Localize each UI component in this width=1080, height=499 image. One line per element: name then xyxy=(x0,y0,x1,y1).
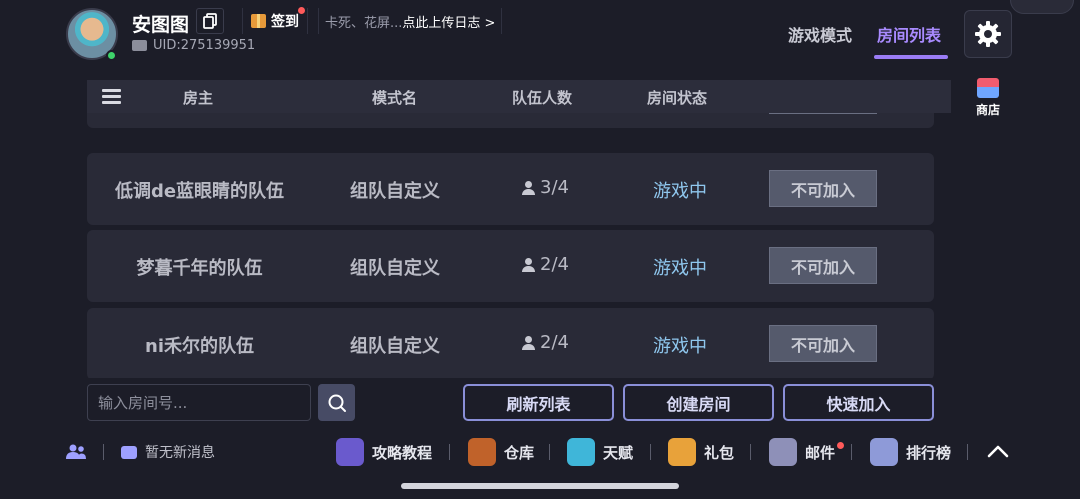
active-tab-indicator xyxy=(874,55,948,59)
nav-guide[interactable]: 攻略教程 xyxy=(336,434,432,470)
room-members: 2/4 xyxy=(522,254,569,275)
divider xyxy=(851,444,852,460)
table-row[interactable]: 低调de蓝眼睛的队伍 组队自定义 3/4 游戏中 不可加入 xyxy=(87,153,934,225)
mail-notification-dot xyxy=(837,441,845,449)
header-mode: 模式名 xyxy=(372,89,418,107)
room-owner: 低调de蓝眼睛的队伍 xyxy=(114,181,285,202)
gift-icon xyxy=(251,14,266,28)
nav-talent[interactable]: 天赋 xyxy=(567,434,633,470)
divider xyxy=(750,444,751,460)
room-status: 游戏中 xyxy=(653,181,707,202)
room-table-header: 房主 模式名 队伍人数 房间状态 xyxy=(87,80,951,113)
gear-icon xyxy=(975,21,1001,47)
mail-icon xyxy=(769,438,797,466)
checkin-button[interactable]: 签到 xyxy=(242,7,308,34)
divider xyxy=(549,444,550,460)
room-owner: ni禾尔的队伍 xyxy=(145,336,254,357)
nav-warehouse-label: 仓库 xyxy=(504,443,535,462)
search-button[interactable] xyxy=(318,384,355,421)
room-members: 2/4 xyxy=(522,332,569,353)
search-icon xyxy=(328,394,346,412)
friends-icon xyxy=(66,444,86,459)
tab-game-mode[interactable]: 游戏模式 xyxy=(788,22,852,46)
shop-icon xyxy=(977,78,999,98)
home-indicator[interactable] xyxy=(401,483,679,489)
chevron-up-icon xyxy=(987,445,1009,458)
join-button[interactable]: 不可加入 xyxy=(769,325,877,362)
room-mode: 组队自定义 xyxy=(350,336,440,357)
quick-join-button[interactable]: 快速加入 xyxy=(783,384,934,421)
uid-text: UID:275139951 xyxy=(153,38,256,53)
person-icon xyxy=(522,335,535,350)
warehouse-icon xyxy=(468,438,496,466)
join-button[interactable]: 不可加入 xyxy=(769,247,877,284)
nav-gift-pack-label: 礼包 xyxy=(704,443,735,462)
divider xyxy=(449,444,450,460)
checkin-label: 签到 xyxy=(271,14,299,30)
room-mode: 组队自定义 xyxy=(350,258,440,279)
room-number-input[interactable] xyxy=(87,384,311,421)
notification-dot xyxy=(298,7,305,14)
shop-label: 商店 xyxy=(975,103,1000,117)
header-owner: 房主 xyxy=(183,89,214,107)
online-status-dot xyxy=(106,50,117,61)
copy-icon xyxy=(203,13,217,29)
join-button[interactable] xyxy=(769,113,877,114)
nav-ranking-label: 排行榜 xyxy=(906,443,952,462)
create-room-button[interactable]: 创建房间 xyxy=(623,384,774,421)
message-area[interactable]: 暂无新消息 xyxy=(121,434,215,470)
nav-mail-label: 邮件 xyxy=(805,443,836,462)
id-card-icon xyxy=(132,40,147,51)
gift-pack-icon xyxy=(668,438,696,466)
friends-button[interactable] xyxy=(66,434,86,470)
guide-book-icon xyxy=(336,438,364,466)
ranking-icon xyxy=(870,438,898,466)
menu-icon[interactable] xyxy=(102,89,121,104)
room-status: 游戏中 xyxy=(653,258,707,279)
person-icon xyxy=(522,257,535,272)
divider xyxy=(967,444,968,460)
settings-button[interactable] xyxy=(964,10,1012,58)
notice-prefix: 卡死、花屏... xyxy=(325,15,403,31)
chat-icon xyxy=(121,445,137,459)
bottom-nav-bar: 暂无新消息 攻略教程 仓库 天赋 礼包 邮件 排行榜 xyxy=(0,434,1080,470)
uid-row: UID:275139951 xyxy=(132,38,255,53)
username: 安图图 xyxy=(132,14,190,36)
nav-warehouse[interactable]: 仓库 xyxy=(468,434,534,470)
nav-gift-pack[interactable]: 礼包 xyxy=(668,434,734,470)
header-room-status: 房间状态 xyxy=(647,89,708,107)
divider xyxy=(650,444,651,460)
upload-log-notice[interactable]: 卡死、花屏... 点此上传日志 > xyxy=(318,8,503,34)
talent-icon xyxy=(567,438,595,466)
table-row[interactable] xyxy=(87,113,934,128)
upload-log-link[interactable]: 点此上传日志 > xyxy=(402,12,495,31)
nav-mail[interactable]: 邮件 xyxy=(769,434,845,470)
nav-ranking[interactable]: 排行榜 xyxy=(870,434,951,470)
expand-button[interactable] xyxy=(987,444,1009,462)
shop-button[interactable]: 商店 xyxy=(968,78,1008,118)
nav-guide-label: 攻略教程 xyxy=(372,443,433,462)
room-mode: 组队自定义 xyxy=(350,181,440,202)
header-team-size: 队伍人数 xyxy=(512,89,573,107)
room-members: 3/4 xyxy=(522,177,569,198)
room-list[interactable]: 低调de蓝眼睛的队伍 组队自定义 3/4 游戏中 不可加入 梦暮千年的队伍 组队… xyxy=(87,113,937,378)
table-row[interactable]: ni禾尔的队伍 组队自定义 2/4 游戏中 不可加入 xyxy=(87,308,934,378)
refresh-list-button[interactable]: 刷新列表 xyxy=(463,384,614,421)
nav-talent-label: 天赋 xyxy=(603,443,634,462)
divider xyxy=(103,444,104,460)
room-owner: 梦暮千年的队伍 xyxy=(136,258,263,279)
join-button[interactable]: 不可加入 xyxy=(769,170,877,207)
top-corner-button[interactable] xyxy=(1010,0,1074,14)
room-status: 游戏中 xyxy=(653,336,707,357)
copy-uid-button[interactable] xyxy=(196,8,224,34)
person-icon xyxy=(522,180,535,195)
tab-room-list[interactable]: 房间列表 xyxy=(877,22,941,46)
message-text: 暂无新消息 xyxy=(145,445,215,461)
table-row[interactable]: 梦暮千年的队伍 组队自定义 2/4 游戏中 不可加入 xyxy=(87,230,934,302)
